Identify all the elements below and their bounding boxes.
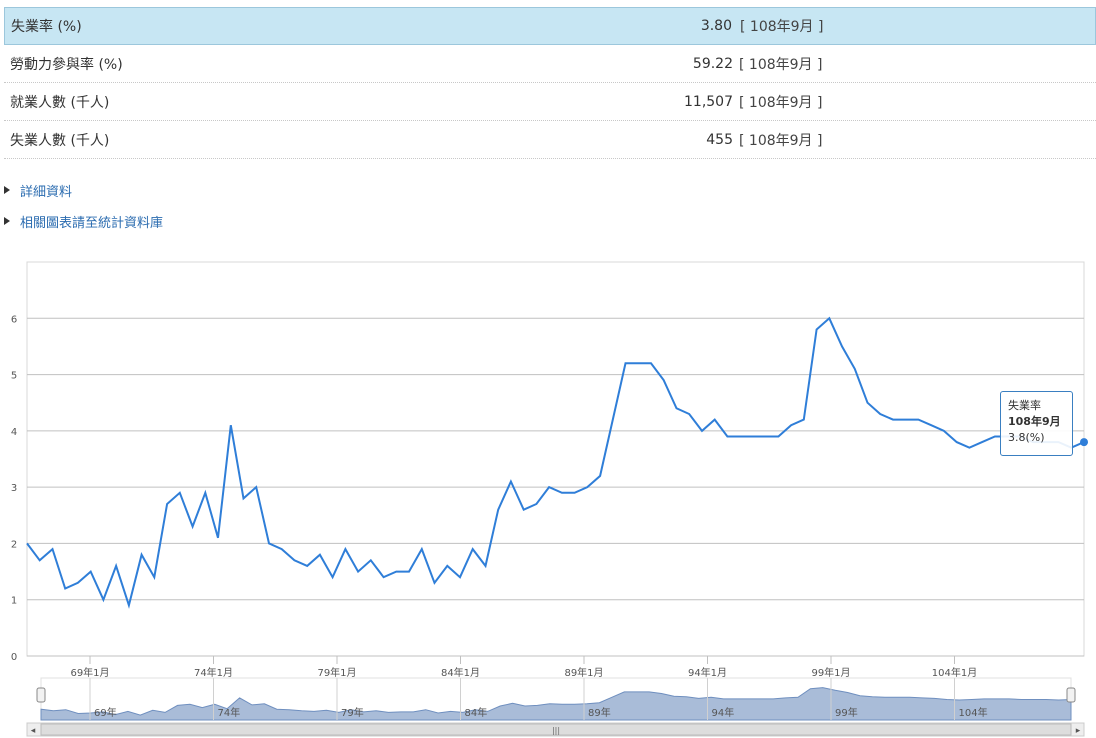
link-database[interactable]: 相關圖表請至統計資料庫 (4, 211, 163, 231)
navigator-tick-label: 99年 (835, 706, 858, 719)
stats-table: 失業率 (%) 3.80 [ 108年9月 ] 勞動力參與率 (%) 59.22… (4, 7, 1096, 159)
scroll-left-arrow-icon[interactable]: ◂ (31, 726, 36, 736)
link-details[interactable]: 詳細資料 (4, 180, 163, 200)
plot-frame (26, 261, 1085, 657)
navigator-tick-label: 79年 (341, 706, 364, 719)
x-tick-label: 99年1月 (811, 666, 850, 679)
stat-label: 失業率 (%) (11, 19, 82, 35)
tooltip-value: 3.8(%) (1008, 431, 1045, 444)
navigator-tick-label: 74年 (218, 706, 241, 719)
unemployment-chart: 0 1 2 3 4 5 6 69年1月 74年1月 79年1月 84年1月 89年1月 94年1月 99… (11, 261, 1088, 737)
stat-value: 3.80 (700, 18, 732, 34)
stat-period: [ 108年9月 ] (739, 56, 823, 73)
x-tick-label: 89年1月 (564, 666, 603, 679)
navigator-tick-label: 104年 (959, 706, 988, 719)
y-tick-label: 0 (11, 652, 17, 663)
navigator-handle-left[interactable] (36, 687, 46, 703)
stat-row-employed[interactable]: 就業人數 (千人) 11,507 [ 108年9月 ] (4, 83, 1096, 121)
stat-value: 11,507 (684, 93, 733, 110)
expand-triangle-icon (4, 217, 10, 225)
navigator-handle-right[interactable] (1066, 687, 1076, 703)
tooltip-series: 失業率 (1008, 399, 1041, 412)
links: 詳細資料 相關圖表請至統計資料庫 (4, 180, 163, 242)
stat-value: 455 (706, 131, 733, 148)
stat-label: 失業人數 (千人) (10, 132, 110, 149)
navigator[interactable]: 69年 74年 79年 84年 89年 94年 99年 104年 ◂ ▸ ||| (26, 677, 1085, 737)
x-tick-label: 69年1月 (70, 666, 109, 679)
stat-row-unemployed[interactable]: 失業人數 (千人) 455 [ 108年9月 ] (4, 121, 1096, 159)
stat-label: 就業人數 (千人) (10, 94, 110, 111)
series-line (26, 316, 1085, 609)
y-tick-label: 5 (11, 371, 17, 382)
chart-tooltip: 失業率 108年9月 3.8(%) (1000, 391, 1073, 456)
stat-row-labor-participation[interactable]: 勞動力參與率 (%) 59.22 [ 108年9月 ] (4, 45, 1096, 83)
series-endpoint-marker[interactable] (1080, 438, 1088, 447)
x-tick-label: 84年1月 (441, 666, 480, 679)
link-details-label: 詳細資料 (20, 184, 73, 200)
y-tick-label: 6 (11, 314, 17, 325)
navigator-tick-label: 84年 (465, 706, 488, 719)
stat-period: [ 108年9月 ] (739, 132, 823, 149)
stat-value: 59.22 (692, 55, 733, 72)
navigator-tick-label: 69年 (94, 706, 117, 719)
x-tick-label: 104年1月 (932, 666, 977, 679)
tooltip-period: 108年9月 (1008, 415, 1061, 428)
scroll-right-arrow-icon[interactable]: ▸ (1076, 726, 1081, 736)
y-tick-label: 2 (11, 539, 17, 550)
stat-period: [ 108年9月 ] (740, 19, 824, 35)
stat-period: [ 108年9月 ] (739, 94, 823, 111)
x-tick-label: 94年1月 (688, 666, 727, 679)
y-tick-label: 3 (11, 483, 17, 494)
stat-row-unemployment-rate[interactable]: 失業率 (%) 3.80 [ 108年9月 ] (4, 7, 1096, 45)
y-tick-label: 4 (11, 427, 17, 438)
x-tick-label: 79年1月 (317, 666, 356, 679)
x-tick-label: 74年1月 (194, 666, 233, 679)
navigator-tick-label: 94年 (712, 706, 735, 719)
stat-label: 勞動力參與率 (%) (10, 56, 123, 73)
link-database-label: 相關圖表請至統計資料庫 (20, 215, 164, 231)
scrollbar-grip-icon: ||| (552, 726, 560, 735)
y-tick-label: 1 (11, 596, 17, 607)
navigator-tick-label: 89年 (588, 706, 611, 719)
expand-triangle-icon (4, 186, 10, 194)
